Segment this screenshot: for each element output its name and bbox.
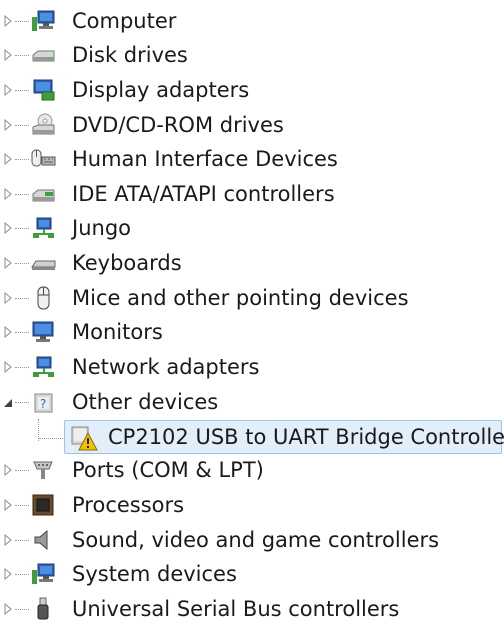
processor-icon	[32, 494, 54, 516]
mouse-icon	[37, 286, 50, 310]
tree-item-label: Universal Serial Bus controllers	[72, 597, 400, 621]
tree-connector	[15, 609, 29, 610]
expand-arrow-icon[interactable]	[3, 119, 13, 131]
expand-arrow-icon[interactable]	[3, 499, 13, 511]
tree-item-label: Human Interface Devices	[72, 147, 338, 171]
tree-connector	[15, 505, 29, 506]
tree-item-sound-video-game[interactable]: Sound, video and game controllers	[0, 523, 504, 557]
dvd-drive-icon	[32, 113, 55, 135]
tree-item-label: Ports (COM & LPT)	[72, 458, 264, 482]
tree-connector	[15, 90, 29, 91]
tree-item-mice[interactable]: Mice and other pointing devices	[0, 281, 504, 315]
expand-arrow-icon[interactable]	[3, 603, 13, 615]
expand-arrow-icon[interactable]	[3, 326, 13, 338]
tree-item-ports[interactable]: Ports (COM & LPT)	[0, 453, 504, 487]
tree-item-label: Keyboards	[72, 251, 182, 275]
expand-arrow-icon[interactable]	[3, 84, 13, 96]
monitor-icon	[32, 321, 54, 342]
tree-item-label: Other devices	[72, 390, 219, 414]
tree-connector	[15, 21, 29, 22]
tree-connector	[15, 470, 29, 471]
tree-connector	[39, 438, 65, 439]
expand-arrow-icon[interactable]	[3, 257, 13, 269]
tree-item-label: Disk drives	[72, 43, 188, 67]
tree-item-processors[interactable]: Processors	[0, 488, 504, 522]
keyboard-icon	[31, 260, 56, 270]
computer-icon	[32, 10, 55, 31]
svg-text:?: ?	[40, 397, 46, 411]
tree-item-keyboards[interactable]: Keyboards	[0, 246, 504, 280]
tree-item-label: System devices	[72, 562, 237, 586]
tree-item-label: Network adapters	[72, 355, 260, 379]
tree-item-network-adapters[interactable]: Network adapters	[0, 350, 504, 384]
display-adapter-icon	[33, 79, 55, 101]
tree-item-label: Computer	[72, 9, 177, 33]
disk-drive-icon	[32, 50, 55, 62]
port-icon	[33, 461, 53, 479]
tree-connector	[15, 194, 29, 195]
tree-item-label: CP2102 USB to UART Bridge Controller	[108, 425, 504, 449]
warning-device-icon	[71, 426, 98, 451]
network-adapter-icon	[33, 356, 54, 377]
sound-icon	[34, 529, 48, 551]
expand-arrow-icon[interactable]	[3, 188, 13, 200]
tree-item-label: Jungo	[72, 216, 131, 240]
tree-item-computer[interactable]: Computer	[0, 4, 504, 38]
tree-connector	[15, 159, 29, 160]
tree-item-label: Mice and other pointing devices	[72, 286, 409, 310]
expand-arrow-icon[interactable]	[3, 15, 13, 27]
tree-connector	[15, 540, 29, 541]
tree-item-jungo[interactable]: Jungo	[0, 211, 504, 245]
expand-arrow-icon[interactable]	[3, 568, 13, 580]
tree-item-label: Sound, video and game controllers	[72, 528, 440, 552]
tree-item-label: Display adapters	[72, 78, 250, 102]
expand-arrow-icon[interactable]	[3, 361, 13, 373]
tree-item-monitors[interactable]: Monitors	[0, 315, 504, 349]
tree-connector	[15, 402, 29, 403]
tree-item-other-devices[interactable]: ? Other devices	[0, 385, 504, 419]
hid-icon	[31, 149, 56, 167]
jungo-icon	[33, 217, 54, 238]
tree-item-system-devices[interactable]: System devices	[0, 557, 504, 591]
ide-controller-icon	[32, 189, 55, 202]
tree-item-label: IDE ATA/ATAPI controllers	[72, 182, 335, 206]
tree-item-label: Processors	[72, 493, 185, 517]
tree-connector	[15, 332, 29, 333]
tree-item-dvd-drives[interactable]: DVD/CD-ROM drives	[0, 108, 504, 142]
expand-arrow-icon[interactable]	[3, 292, 13, 304]
expand-arrow-icon[interactable]	[3, 153, 13, 165]
tree-item-label: DVD/CD-ROM drives	[72, 113, 284, 137]
tree-connector	[15, 367, 29, 368]
tree-connector	[15, 263, 29, 264]
expand-arrow-icon[interactable]	[3, 534, 13, 546]
tree-connector	[15, 574, 29, 575]
device-manager-tree: Computer Disk drives Display adapters DV…	[0, 0, 504, 621]
system-devices-icon	[32, 563, 55, 584]
tree-item-display-adapters[interactable]: Display adapters	[0, 73, 504, 107]
collapse-arrow-icon[interactable]	[3, 396, 13, 408]
expand-arrow-icon[interactable]	[3, 464, 13, 476]
tree-item-disk-drives[interactable]: Disk drives	[0, 38, 504, 72]
tree-connector	[15, 125, 29, 126]
tree-connector	[15, 55, 29, 56]
tree-connector	[15, 298, 29, 299]
expand-arrow-icon[interactable]	[3, 49, 13, 61]
expand-arrow-icon[interactable]	[3, 222, 13, 234]
other-devices-icon: ?	[34, 393, 53, 413]
tree-item-label: Monitors	[72, 320, 163, 344]
tree-connector	[15, 228, 29, 229]
usb-icon	[37, 597, 49, 620]
tree-item-ide-controllers[interactable]: IDE ATA/ATAPI controllers	[0, 177, 504, 211]
tree-item-hid[interactable]: Human Interface Devices	[0, 142, 504, 176]
